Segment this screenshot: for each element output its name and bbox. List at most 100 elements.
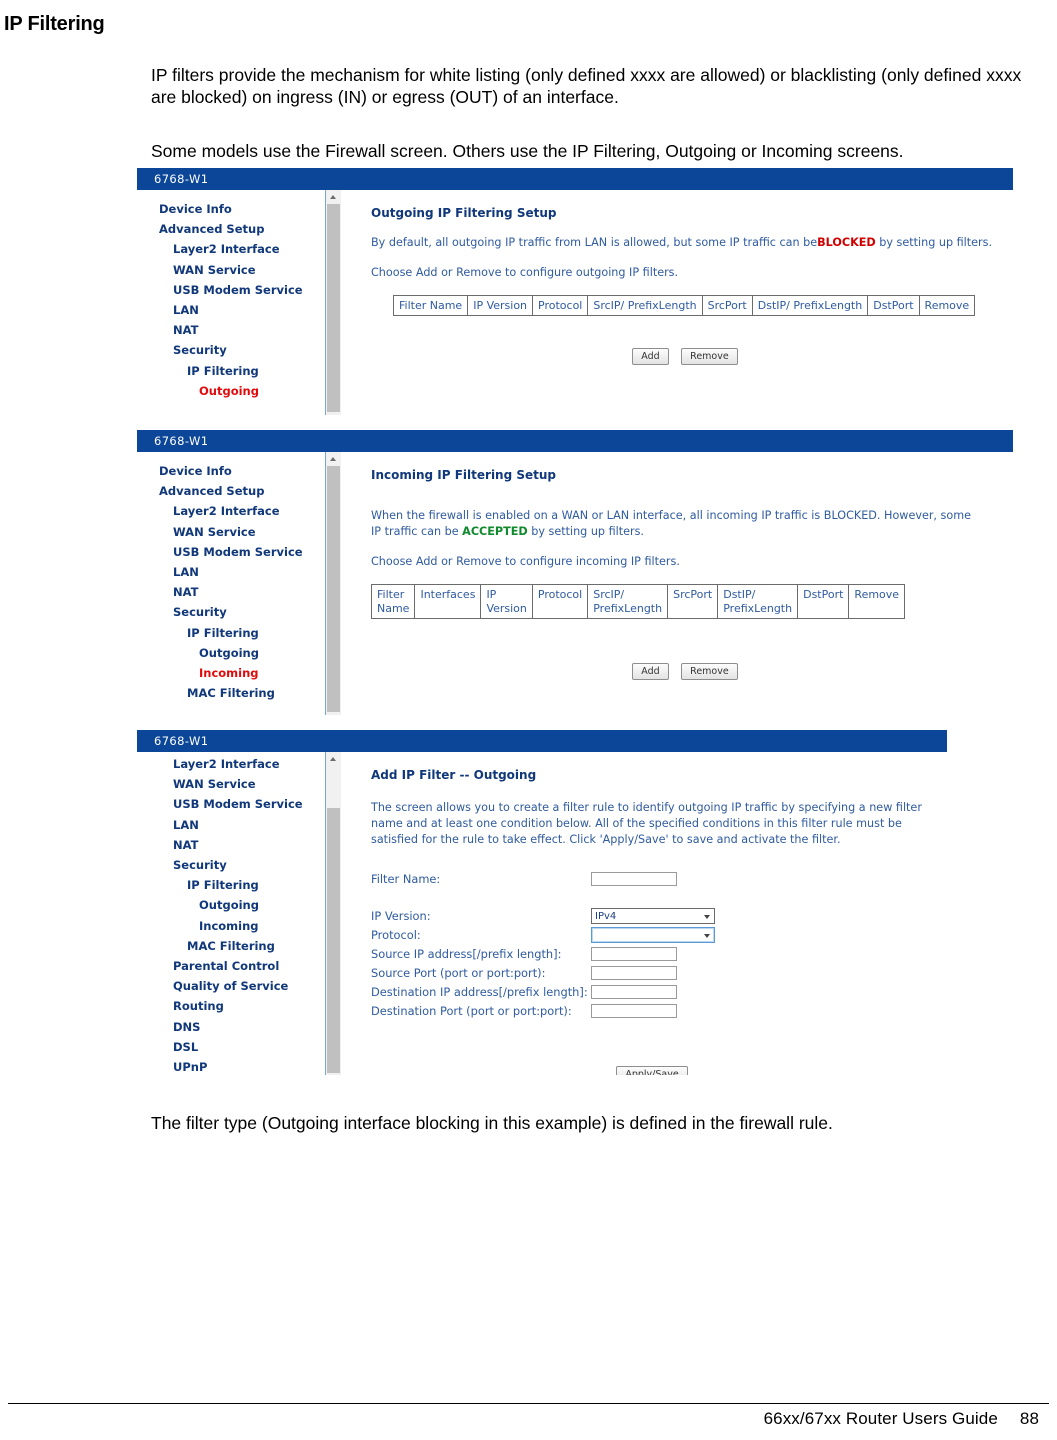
sidebar-nav-outgoing[interactable]: Device Info Advanced Setup Layer2 Interfac… (137, 190, 325, 415)
dest-port-input[interactable] (591, 1003, 677, 1018)
column-header: DstPort (867, 295, 920, 316)
sidebar-item-mac-filtering[interactable]: MAC Filtering (137, 936, 325, 956)
scroll-up-arrow-icon[interactable] (326, 452, 341, 465)
column-header: Remove (918, 295, 976, 316)
add-button[interactable]: Add (632, 348, 669, 365)
sidebar-item-device-info[interactable]: Device Info (137, 461, 325, 481)
section-heading: Outgoing IP Filtering Setup (371, 206, 557, 220)
sidebar-item-usb-modem-service[interactable]: USB Modem Service (137, 280, 325, 300)
column-header-line2: PrefixLength (593, 601, 663, 615)
sidebar-nav-incoming[interactable]: Device Info Advanced Setup Layer2 Interfac… (137, 452, 325, 715)
sidebar-item-advanced-setup[interactable]: Advanced Setup (137, 481, 325, 501)
column-header-line1: SrcIP/ (593, 588, 625, 601)
button-row-outgoing: Add Remove (371, 346, 999, 365)
sidebar-item-outgoing[interactable]: Outgoing (137, 381, 325, 401)
scroll-up-arrow-icon[interactable] (326, 752, 341, 765)
column-header: Protocol (531, 584, 589, 619)
column-header: Protocol (532, 295, 589, 316)
sidebar-item-layer2-interface[interactable]: Layer2 Interface (137, 754, 325, 774)
pane-gap (341, 752, 357, 1075)
sidebar-item-security[interactable]: Security (137, 602, 325, 622)
sidebar-item-wan-service[interactable]: WAN Service (137, 774, 325, 794)
dest-ip-label: Destination IP address[/prefix length]: (371, 984, 588, 999)
sidebar-item-dsl[interactable]: DSL (137, 1037, 325, 1057)
apply-save-button[interactable]: Apply/Save (616, 1066, 688, 1075)
sidebar-item-lan[interactable]: LAN (137, 300, 325, 320)
intro-paragraph-2: Some models use the Firewall screen. Oth… (151, 140, 904, 161)
ip-version-value: IPv4 (595, 910, 617, 922)
sidebar-item-nat[interactable]: NAT (137, 835, 325, 855)
field-row-ip-version: IP Version: IPv4 (371, 906, 933, 925)
column-header-line2: Name (377, 601, 410, 615)
table-header-row: Filter Name IP Version Protocol SrcIP/ Pref… (392, 295, 976, 316)
ip-version-label: IP Version: (371, 908, 431, 923)
outgoing-filter-table: Filter Name IP Version Protocol SrcIP/ Pref… (392, 295, 976, 316)
sidebar-item-incoming[interactable]: Incoming (137, 663, 325, 683)
description-text: The screen allows you to create a filter… (371, 801, 922, 846)
sidebar-item-usb-modem-service[interactable]: USB Modem Service (137, 794, 325, 814)
sidebar-item-outgoing[interactable]: Outgoing (137, 895, 325, 915)
sidebar-item-mac-filtering[interactable]: MAC Filtering (137, 683, 325, 703)
sidebar-item-ip-filtering[interactable]: IP Filtering (137, 875, 325, 895)
footer-divider (8, 1403, 1049, 1404)
column-header-line1: Protocol (537, 588, 583, 601)
sidebar-nav-add-filter[interactable]: Layer2 Interface WAN Service USB Modem Ser… (137, 752, 325, 1075)
sidebar-item-advanced-setup[interactable]: Advanced Setup (137, 219, 325, 239)
sidebar-item-nat[interactable]: NAT (137, 582, 325, 602)
sidebar-item-layer2-interface[interactable]: Layer2 Interface (137, 239, 325, 259)
sidebar-item-nat[interactable]: NAT (137, 320, 325, 340)
sidebar-item-lan[interactable]: LAN (137, 815, 325, 835)
field-row-protocol: Protocol: (371, 925, 933, 944)
column-header-line2: PrefixLength (723, 601, 793, 615)
remove-button[interactable]: Remove (681, 348, 738, 365)
filter-name-label: Filter Name: (371, 872, 441, 886)
sidebar-item-ip-filtering[interactable]: IP Filtering (137, 623, 325, 643)
intro-paragraph-1: IP filters provide the mechanism for whi… (151, 64, 1022, 107)
sidebar-item-wan-service[interactable]: WAN Service (137, 522, 325, 542)
sidebar-item-upnp[interactable]: UPnP (137, 1057, 325, 1075)
column-header-line1: SrcPort (673, 588, 713, 601)
scrollbar-thumb[interactable] (327, 466, 340, 712)
intro-before: When the firewall is enabled on a WAN or… (371, 509, 971, 538)
sidebar-item-incoming[interactable]: Incoming (137, 916, 325, 936)
sidebar-item-security[interactable]: Security (137, 340, 325, 360)
vertical-scrollbar-outgoing[interactable] (325, 190, 341, 415)
scroll-up-arrow-icon[interactable] (326, 190, 341, 203)
figure-caption: The filter type (Outgoing interface bloc… (151, 1112, 833, 1133)
sidebar-item-dns[interactable]: DNS (137, 1017, 325, 1037)
sidebar-item-parental-control[interactable]: Parental Control (137, 956, 325, 976)
sidebar-item-security[interactable]: Security (137, 855, 325, 875)
screenshot-outgoing-ip-filtering: 6768-W1 Device Info Advanced Setup Layer2 … (137, 168, 1013, 415)
sidebar-item-layer2-interface[interactable]: Layer2 Interface (137, 501, 325, 521)
vertical-scrollbar-add-filter[interactable] (325, 752, 341, 1075)
remove-button[interactable]: Remove (681, 663, 738, 680)
scrollbar-thumb[interactable] (327, 204, 340, 412)
sidebar-item-device-info[interactable]: Device Info (137, 199, 325, 219)
dest-port-label: Destination Port (port or port:port): (371, 1003, 572, 1018)
source-ip-input[interactable] (591, 946, 677, 961)
filter-name-input[interactable] (591, 872, 677, 886)
column-header: Filter Name (370, 584, 416, 619)
sidebar-item-lan[interactable]: LAN (137, 562, 325, 582)
column-header: SrcIP/ PrefixLength (587, 295, 703, 316)
ip-version-select[interactable]: IPv4 (591, 907, 715, 924)
vertical-scrollbar-incoming[interactable] (325, 452, 341, 715)
sidebar-item-ip-filtering[interactable]: IP Filtering (137, 361, 325, 381)
scrollbar-thumb[interactable] (327, 808, 340, 1073)
intro-after: by setting up filters. (527, 525, 644, 538)
intro-after: by setting up filters. (875, 236, 993, 249)
sidebar-item-routing[interactable]: Routing (137, 996, 325, 1016)
column-header: SrcPort (667, 584, 719, 619)
chevron-down-icon (704, 933, 710, 938)
source-port-input[interactable] (591, 965, 677, 980)
sidebar-item-usb-modem-service[interactable]: USB Modem Service (137, 542, 325, 562)
blocked-highlight: BLOCKED (817, 236, 876, 249)
sidebar-item-outgoing[interactable]: Outgoing (137, 643, 325, 663)
protocol-select[interactable] (591, 926, 715, 943)
dest-ip-input[interactable] (591, 984, 677, 999)
source-ip-label: Source IP address[/prefix length]: (371, 946, 562, 961)
sidebar-item-wan-service[interactable]: WAN Service (137, 260, 325, 280)
add-button[interactable]: Add (632, 663, 669, 680)
sidebar-item-quality-of-service[interactable]: Quality of Service (137, 976, 325, 996)
intro-text-outgoing: By default, all outgoing IP traffic from… (371, 235, 999, 251)
